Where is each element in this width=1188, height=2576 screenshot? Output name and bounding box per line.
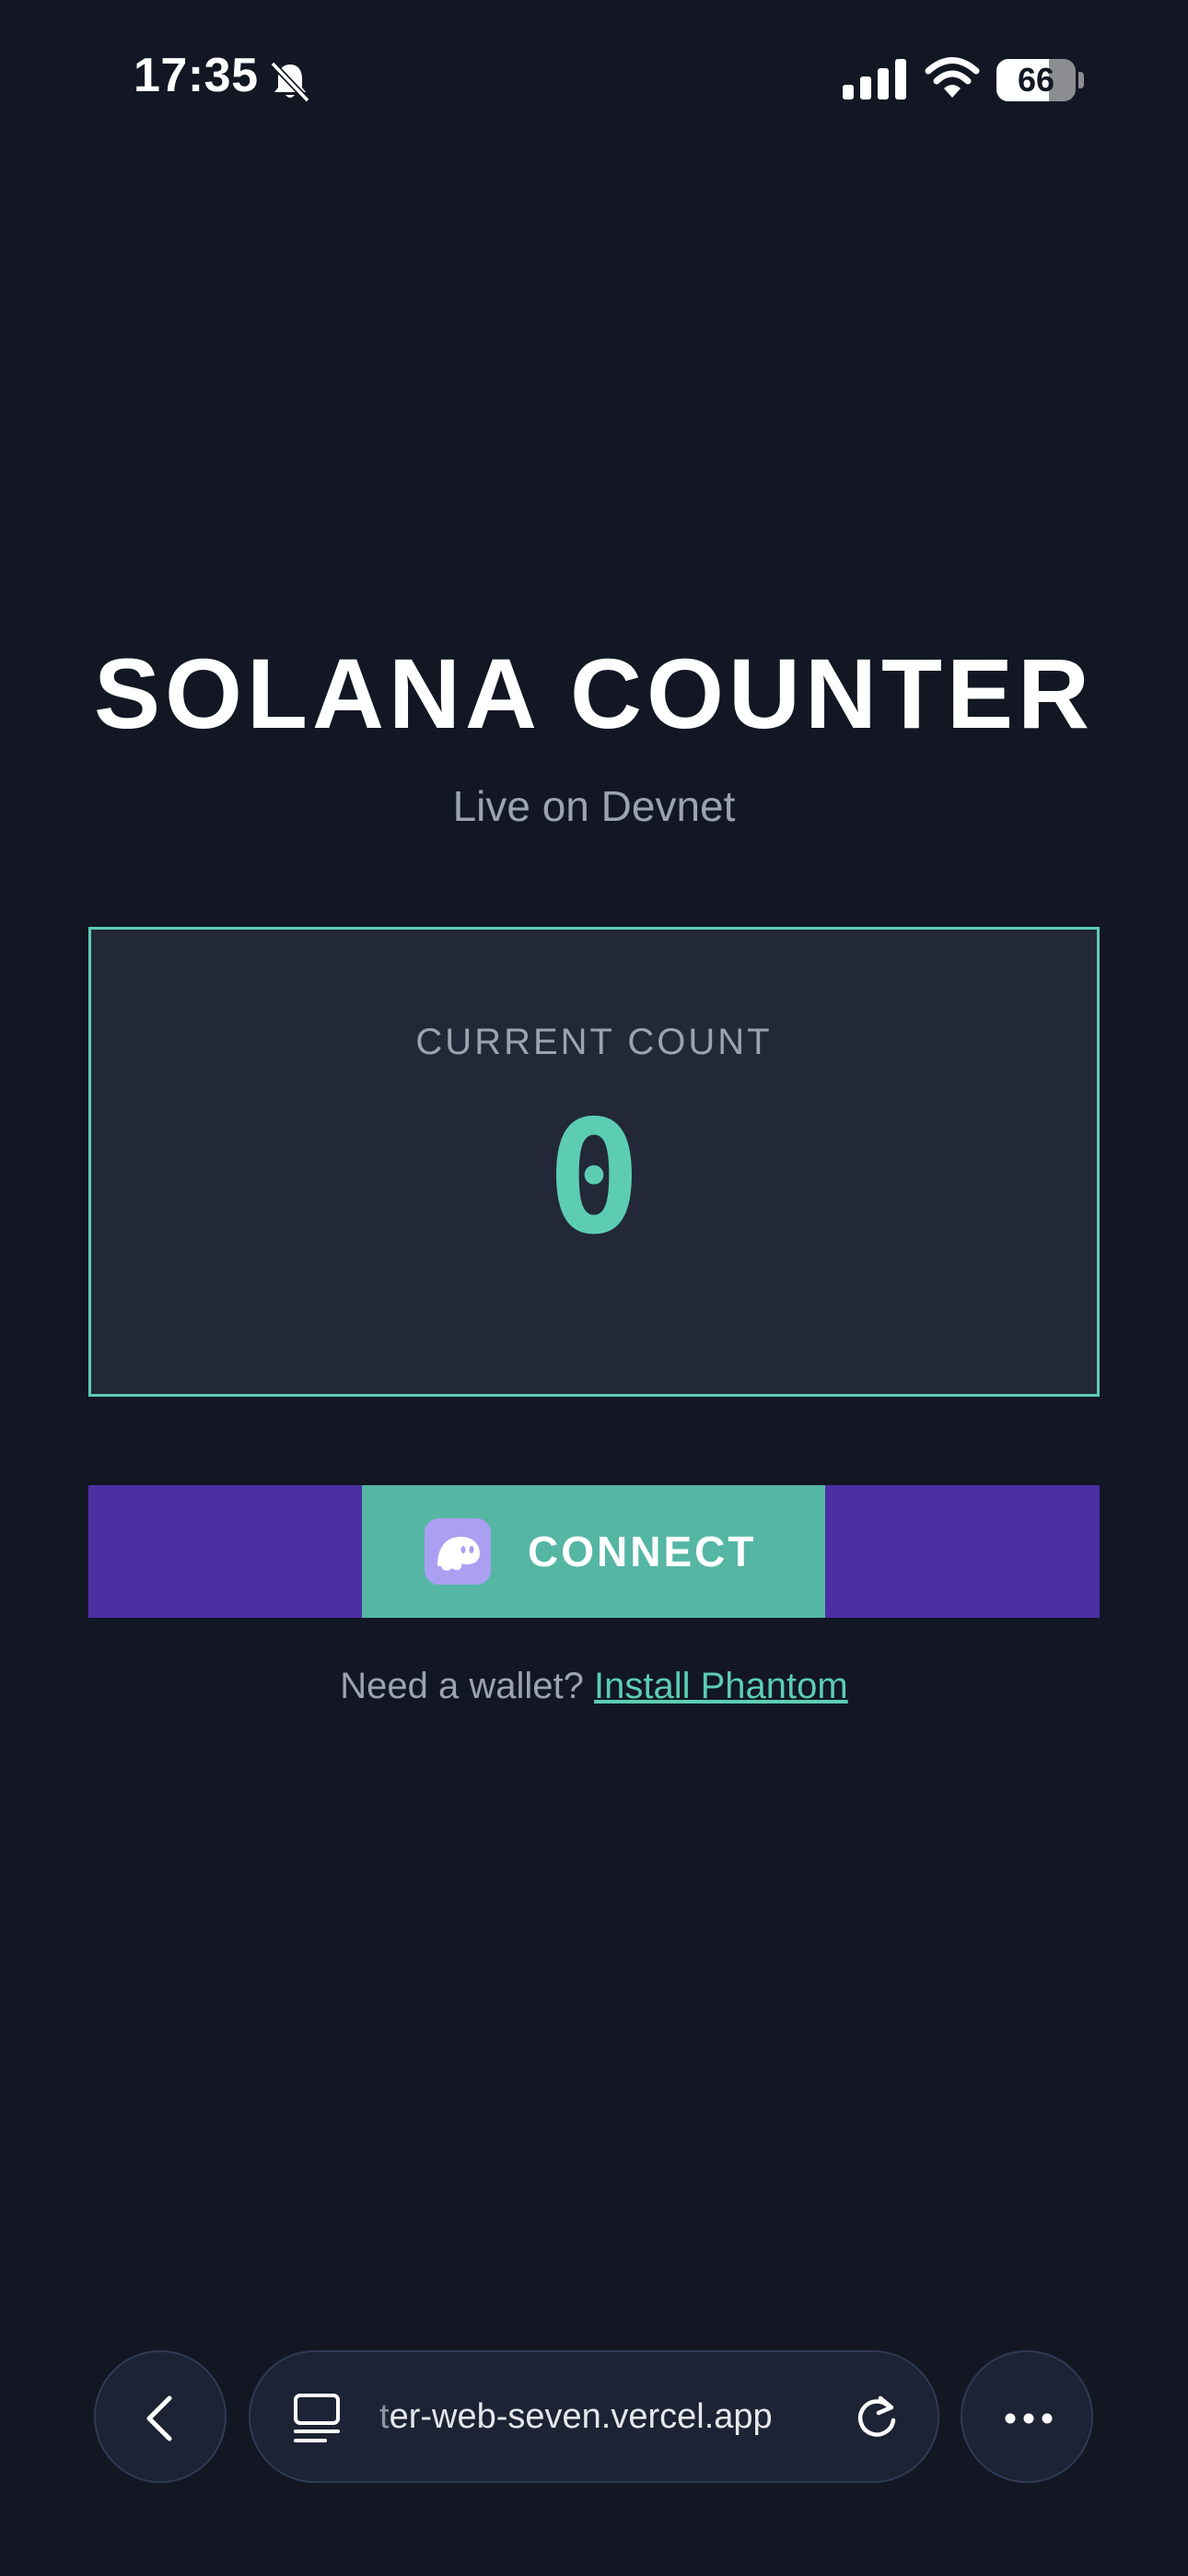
connect-label: CONNECT <box>528 1528 757 1575</box>
cellular-signal-icon <box>843 59 906 100</box>
page-title: SOLANA COUNTER <box>94 638 1094 749</box>
page-subtitle: Live on Devnet <box>452 782 736 830</box>
connect-button[interactable]: CONNECT <box>362 1485 825 1618</box>
bell-slash-icon <box>270 61 310 103</box>
url-text: ter-web-seven.vercel.app <box>379 2352 773 2481</box>
status-time: 17:35 <box>134 49 259 102</box>
wallet-prompt-line: Need a wallet? Install Phantom <box>0 1666 1188 1707</box>
status-bar: 17:35 66 <box>0 0 1188 161</box>
back-icon <box>146 2395 172 2441</box>
count-value: 0 <box>546 1087 642 1270</box>
address-bar[interactable]: ter-web-seven.vercel.app <box>249 2350 939 2483</box>
count-card: CURRENT COUNT 0 <box>88 927 1100 1397</box>
wifi-icon <box>925 57 980 98</box>
phantom-icon <box>425 1518 491 1585</box>
more-icon <box>1005 2413 1053 2424</box>
more-options-button[interactable] <box>961 2350 1093 2483</box>
tabs-icon[interactable] <box>293 2393 341 2444</box>
battery-percent: 66 <box>1017 61 1055 99</box>
url-visible-text: er-web-seven.vercel.app <box>389 2397 773 2436</box>
count-label: CURRENT COUNT <box>415 1022 773 1062</box>
url-faded-text: t <box>379 2397 390 2436</box>
wallet-prompt-text: Need a wallet? <box>340 1666 584 1706</box>
install-phantom-link[interactable]: Install Phantom <box>594 1666 848 1706</box>
screen: 17:35 66 SOLANA COUNTER Live on Devnet C… <box>0 0 1188 2576</box>
connect-bar: CONNECT <box>88 1485 1100 1618</box>
reload-icon[interactable] <box>853 2393 901 2441</box>
battery-icon: 66 <box>996 59 1085 101</box>
back-button[interactable] <box>94 2350 227 2483</box>
